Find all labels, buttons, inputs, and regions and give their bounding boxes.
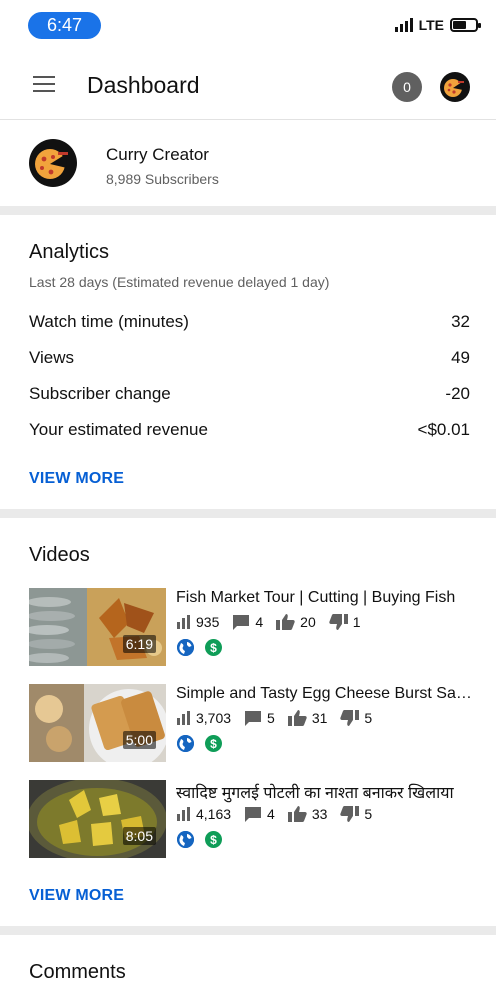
views-count: 935 (196, 614, 220, 630)
thumbs-up-icon (287, 806, 307, 822)
video-stats: 4,163 4 33 5 (176, 806, 385, 822)
menu-icon[interactable] (33, 76, 55, 92)
monetization-icon: $ (205, 831, 222, 848)
analytics-subtitle: Last 28 days (Estimated revenue delayed … (29, 274, 330, 290)
divider (0, 926, 496, 935)
metric-value: -20 (445, 384, 470, 403)
comments-stat: 5 (244, 710, 275, 726)
network-label: LTE (418, 17, 444, 33)
monetization-icon: $ (205, 639, 222, 656)
video-title[interactable]: स्वादिष्ट मुगलई पोटली का नाश्ता बनाकर खि… (176, 781, 476, 803)
notification-badge[interactable]: 0 (392, 72, 422, 102)
monetization-icon: $ (205, 735, 222, 752)
video-duration: 6:19 (122, 635, 156, 653)
bar-chart-icon (177, 711, 190, 725)
views-stat: 935 (176, 614, 219, 630)
metric-value: 32 (451, 312, 470, 331)
subscriber-count: 8,989 Subscribers (106, 171, 219, 187)
comments-count: 5 (267, 710, 275, 726)
globe-icon (177, 639, 194, 656)
comments-count: 4 (255, 614, 264, 630)
video-title[interactable]: Simple and Tasty Egg Cheese Burst Sandwi… (176, 685, 476, 703)
metric-row: Your estimated revenue <$0.01 (29, 420, 470, 444)
video-title[interactable]: Fish Market Tour | Cutting | Buying Fish (176, 589, 476, 607)
metric-label: Watch time (minutes) (29, 312, 189, 331)
metric-label: Views (29, 348, 75, 367)
channel-card[interactable]: Curry Creator 8,989 Subscribers (0, 120, 496, 206)
videos-title: Videos (29, 544, 90, 566)
comments-stat: 4 (232, 614, 263, 630)
metric-value: <$0.01 (417, 420, 470, 439)
video-badges: $ (177, 735, 222, 752)
video-item[interactable]: 6:19 Fish Market Tour | Cutting | Buying… (29, 588, 479, 668)
views-stat: 3,703 (176, 710, 231, 726)
divider (0, 509, 496, 518)
metric-row: Watch time (minutes) 32 (29, 312, 470, 336)
metric-row: Views 49 (29, 348, 470, 372)
video-badges: $ (177, 639, 222, 656)
metric-label: Your estimated revenue (29, 420, 208, 439)
comment-icon (245, 711, 262, 726)
metric-row: Subscriber change -20 (29, 384, 470, 408)
metric-value: 49 (451, 348, 470, 367)
comments-stat: 4 (244, 806, 275, 822)
page-title: Dashboard (87, 72, 200, 98)
metric-label: Subscriber change (29, 384, 171, 403)
video-stats: 3,703 5 31 5 (176, 710, 385, 726)
globe-icon (177, 831, 194, 848)
video-badges: $ (177, 831, 222, 848)
signal-icon (394, 18, 413, 32)
divider (0, 206, 496, 215)
thumbs-down-icon (329, 614, 348, 630)
bar-chart-icon (177, 615, 190, 629)
thumbs-up-icon (287, 710, 307, 726)
dislikes-count: 1 (352, 614, 361, 630)
analytics-title: Analytics (29, 241, 110, 263)
likes-count: 31 (311, 710, 328, 726)
likes-stat: 33 (287, 806, 328, 822)
dislikes-stat: 5 (340, 710, 372, 726)
globe-icon (177, 735, 194, 752)
likes-stat: 20 (276, 614, 316, 630)
video-thumbnail[interactable]: 6:19 (29, 588, 166, 666)
video-thumbnail[interactable]: 8:05 (29, 780, 166, 858)
comment-icon (233, 615, 250, 630)
account-avatar[interactable] (440, 72, 470, 102)
app-bar: Dashboard 0 (0, 52, 496, 120)
battery-icon (450, 18, 481, 32)
thumbs-up-icon (276, 614, 295, 630)
video-item[interactable]: 5:00 Simple and Tasty Egg Cheese Burst S… (29, 684, 479, 764)
videos-view-more-button[interactable]: VIEW MORE (29, 887, 124, 905)
views-stat: 4,163 (176, 806, 231, 822)
status-time: 6:47 (28, 12, 101, 39)
status-icons: LTE (394, 17, 481, 33)
video-stats: 935 4 20 1 (176, 614, 374, 630)
likes-stat: 31 (287, 710, 328, 726)
dislikes-stat: 5 (340, 806, 372, 822)
views-count: 4,163 (196, 806, 232, 822)
video-thumbnail[interactable]: 5:00 (29, 684, 166, 762)
likes-count: 20 (300, 614, 316, 630)
video-duration: 5:00 (122, 731, 156, 749)
video-duration: 8:05 (122, 827, 156, 845)
analytics-view-more-button[interactable]: VIEW MORE (29, 470, 124, 488)
dislikes-count: 5 (364, 806, 373, 822)
status-bar: 6:47 LTE (0, 0, 496, 52)
comments-title: Comments (29, 961, 126, 983)
likes-count: 33 (311, 806, 328, 822)
thumbs-down-icon (340, 806, 360, 822)
channel-avatar (29, 139, 77, 187)
comment-icon (245, 807, 262, 822)
thumbs-down-icon (340, 710, 360, 726)
channel-name: Curry Creator (106, 145, 209, 164)
video-item[interactable]: 8:05 स्वादिष्ट मुगलई पोटली का नाश्ता बना… (29, 780, 479, 860)
comments-count: 4 (267, 806, 275, 822)
dislikes-stat: 1 (329, 614, 361, 630)
views-count: 3,703 (196, 710, 232, 726)
bar-chart-icon (177, 807, 190, 821)
dislikes-count: 5 (364, 710, 373, 726)
